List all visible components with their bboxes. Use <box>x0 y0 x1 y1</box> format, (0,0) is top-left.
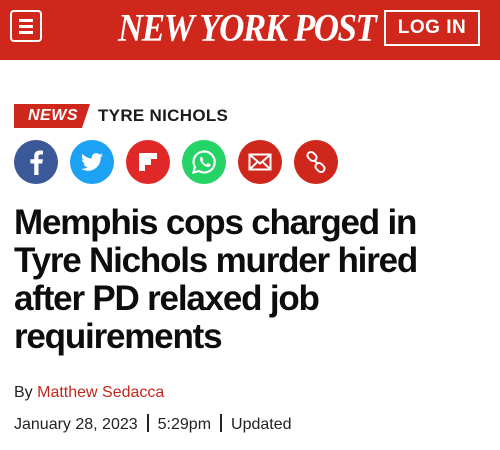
meta-divider <box>146 414 149 432</box>
menu-icon <box>19 19 33 22</box>
topic-tag[interactable]: TYRE NICHOLS <box>98 106 228 126</box>
link-icon <box>306 150 326 174</box>
section-tag[interactable]: NEWS <box>14 104 90 128</box>
headline-line: Tyre Nichols murder hired <box>14 241 418 280</box>
twitter-icon <box>81 153 103 171</box>
byline-prefix: By <box>14 384 33 401</box>
meta-divider <box>220 414 223 432</box>
site-header: NEW YORK POST LOG IN <box>0 0 500 60</box>
article-headline: Memphis cops charged in Tyre Nichols mur… <box>14 204 484 356</box>
share-twitter-button[interactable] <box>70 140 114 184</box>
flipboard-icon <box>139 153 157 171</box>
site-logo[interactable]: NEW YORK POST <box>118 3 377 52</box>
author-link[interactable]: Matthew Sedacca <box>37 384 164 401</box>
headline-line: after PD relaxed job <box>14 279 320 318</box>
facebook-icon <box>30 150 43 175</box>
share-facebook-button[interactable] <box>14 140 58 184</box>
login-button[interactable]: LOG IN <box>384 10 480 46</box>
byline: By Matthew Sedacca <box>14 384 164 402</box>
share-email-button[interactable] <box>238 140 282 184</box>
updated-toggle[interactable]: Updated <box>231 416 292 433</box>
publish-date: January 28, 2023 <box>14 416 138 433</box>
share-link-button[interactable] <box>294 140 338 184</box>
email-icon <box>248 153 272 171</box>
section-breadcrumb: NEWS TYRE NICHOLS <box>14 104 228 128</box>
share-flipboard-button[interactable] <box>126 140 170 184</box>
article-meta: January 28, 2023 5:29pm Updated <box>14 414 292 434</box>
menu-button[interactable] <box>10 10 42 42</box>
headline-line: requirements <box>14 317 223 356</box>
headline-line: Memphis cops charged in <box>14 203 417 242</box>
publish-time: 5:29pm <box>157 416 212 433</box>
share-whatsapp-button[interactable] <box>182 140 226 184</box>
whatsapp-icon <box>191 150 216 175</box>
